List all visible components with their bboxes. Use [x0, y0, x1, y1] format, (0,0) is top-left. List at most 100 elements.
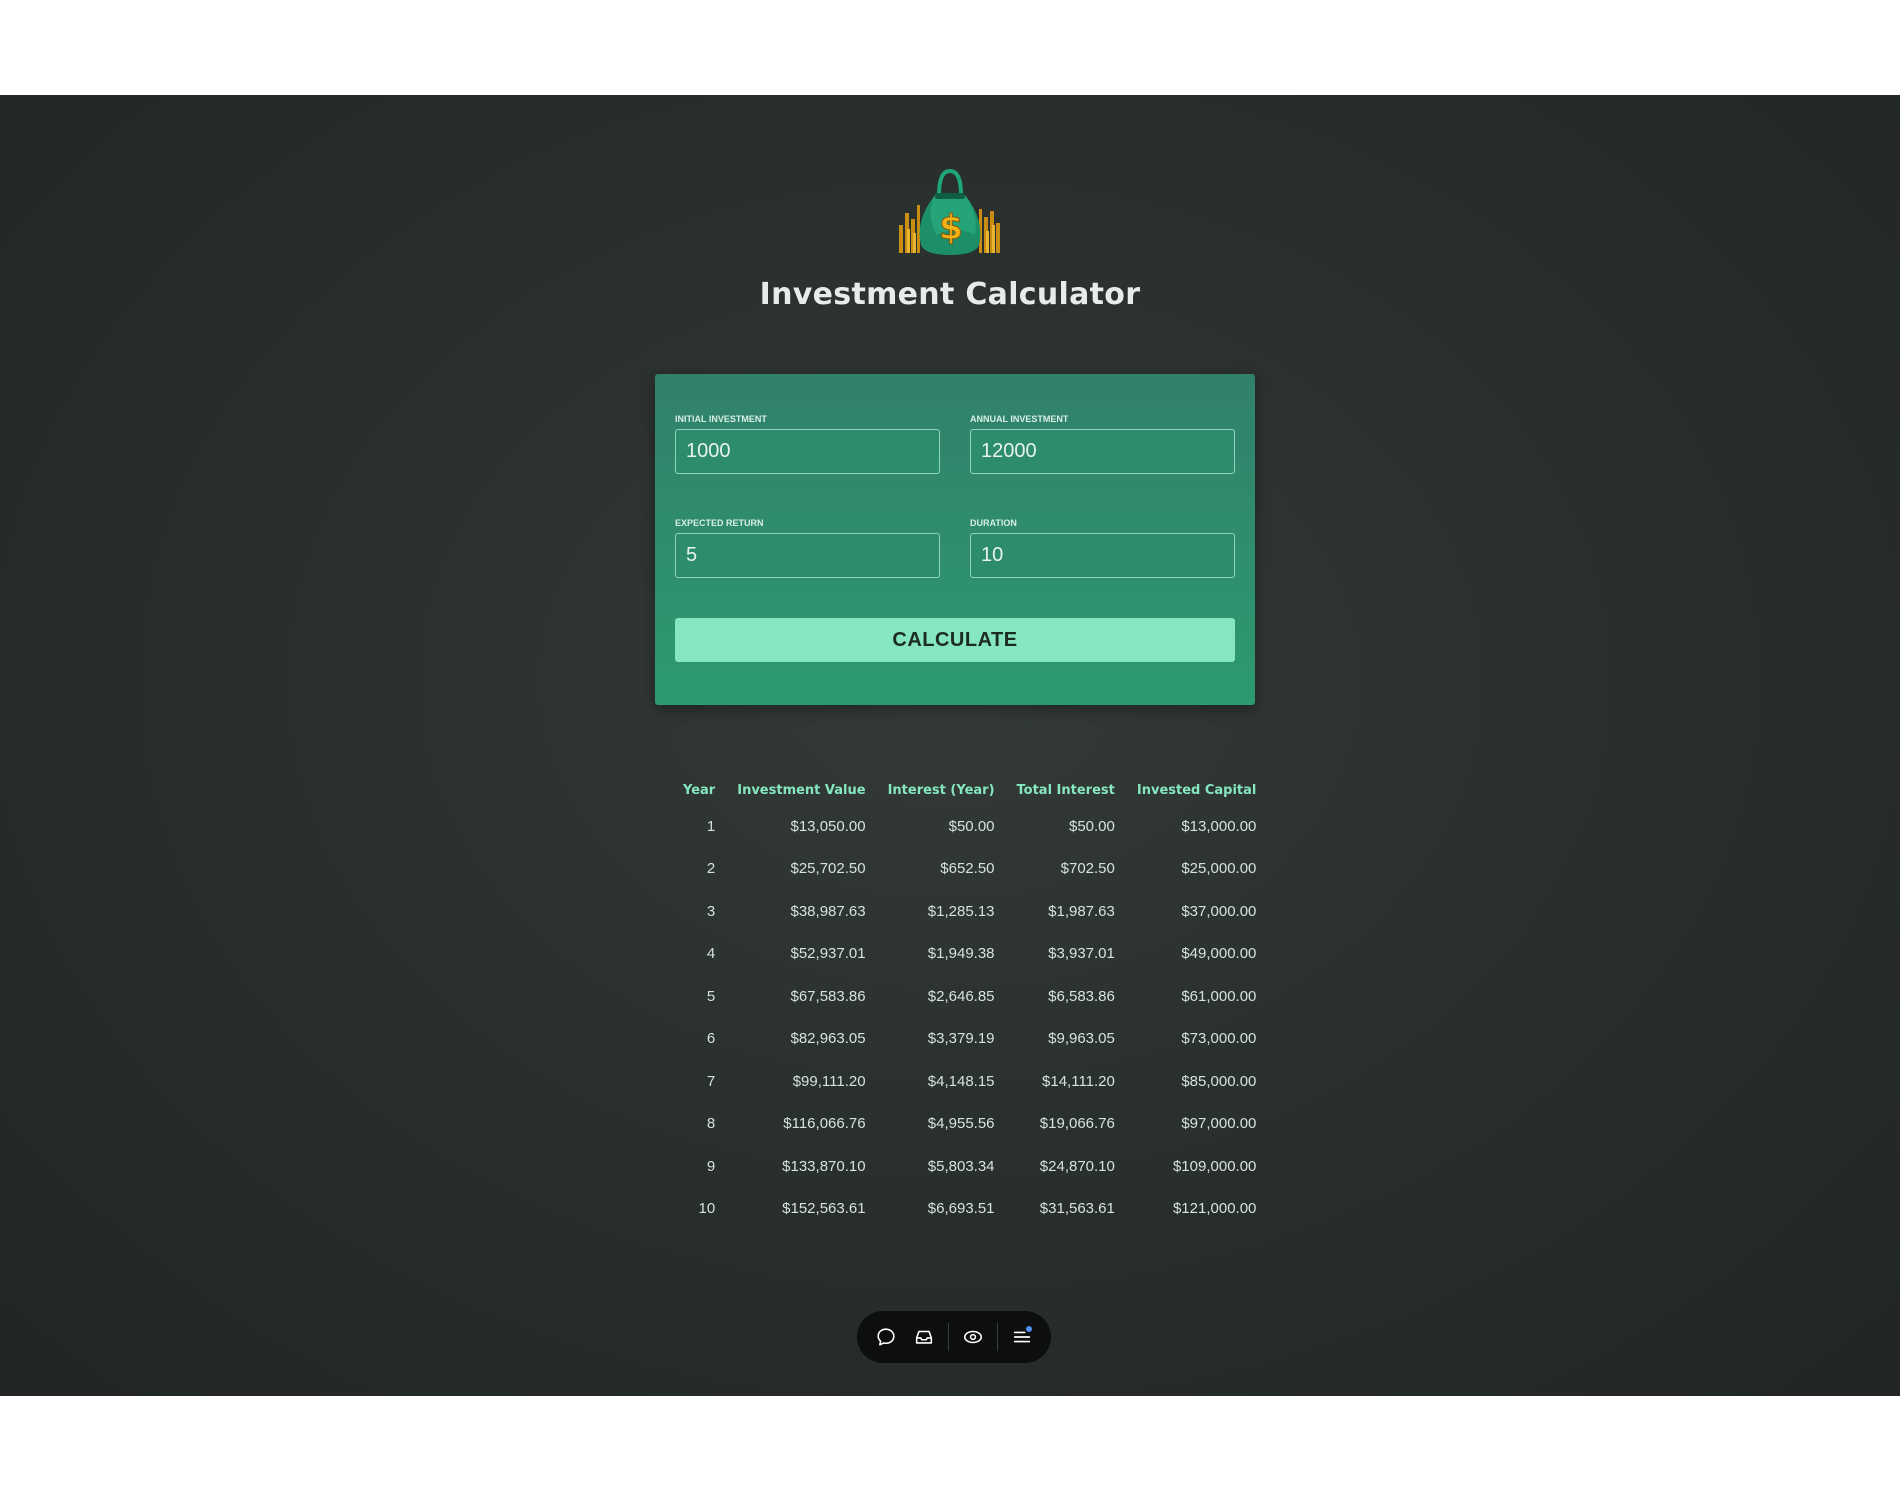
cell-total-interest: $702.50: [1060, 860, 1115, 878]
cell-investment-value: $152,563.61: [782, 1200, 866, 1218]
table-row: 2 $25,702.50 $652.50 $702.50 $25,000.00: [672, 848, 1267, 891]
eye-icon: [964, 1330, 983, 1344]
cell-year: 7: [706, 1072, 716, 1090]
cell-investment-value: $25,702.50: [790, 860, 866, 878]
column-header-interest-year: Interest (Year): [887, 782, 995, 798]
cell-year: 5: [706, 987, 716, 1005]
cell-year: 8: [706, 1115, 716, 1133]
cell-year: 9: [706, 1157, 716, 1175]
initial-investment-label: INITIAL INVESTMENT: [675, 414, 767, 424]
cell-invested-capital: $61,000.00: [1181, 987, 1257, 1005]
cell-total-interest: $24,870.10: [1039, 1157, 1115, 1175]
expected-return-input[interactable]: [675, 533, 940, 578]
cell-interest-year: $6,693.51: [927, 1200, 995, 1218]
cell-interest-year: $4,148.15: [927, 1072, 995, 1090]
results-table-body: 1 $13,050.00 $50.00 $50.00 $13,000.00 2 $25,70…: [672, 805, 1267, 1230]
menu-button[interactable]: [1003, 1317, 1041, 1357]
cell-invested-capital: $97,000.00: [1181, 1115, 1257, 1133]
chat-bubble-icon: [877, 1328, 895, 1346]
table-row: 10 $152,563.61 $6,693.51 $31,563.61 $121,000…: [672, 1188, 1267, 1231]
form-row-1: INITIAL INVESTMENT ANNUAL INVESTMENT: [675, 414, 1235, 474]
cell-investment-value: $99,111.20: [792, 1072, 866, 1090]
table-row: 6 $82,963.05 $3,379.19 $9,963.05 $73,000.00: [672, 1018, 1267, 1061]
initial-investment-group: INITIAL INVESTMENT: [675, 414, 940, 474]
table-row: 7 $99,111.20 $4,148.15 $14,111.20 $85,000.00: [672, 1060, 1267, 1103]
cell-investment-value: $82,963.05: [790, 1030, 866, 1048]
page-title: Investment Calculator: [759, 277, 1141, 312]
cell-investment-value: $38,987.63: [790, 902, 866, 920]
cell-total-interest: $19,066.76: [1039, 1115, 1115, 1133]
svg-text:$: $: [939, 208, 963, 248]
cell-invested-capital: $37,000.00: [1181, 902, 1257, 920]
calculator-form-card: INITIAL INVESTMENT ANNUAL INVESTMENT EXP…: [655, 374, 1255, 705]
cell-total-interest: $31,563.61: [1039, 1200, 1115, 1218]
initial-investment-input[interactable]: [675, 429, 940, 474]
floating-toolbar: [857, 1311, 1051, 1363]
notification-dot: [1026, 1326, 1033, 1332]
toolbar-divider: [948, 1323, 950, 1351]
expected-return-group: EXPECTED RETURN: [675, 518, 940, 578]
cell-invested-capital: $109,000.00: [1172, 1157, 1257, 1175]
table-row: 5 $67,583.86 $2,646.85 $6,583.86 $61,000.00: [672, 975, 1267, 1018]
cell-interest-year: $1,949.38: [927, 945, 995, 963]
column-header-year: Year: [683, 782, 716, 798]
cell-total-interest: $14,111.20: [1042, 1072, 1115, 1090]
column-header-total-interest: Total Interest: [1016, 782, 1115, 798]
cell-total-interest: $3,937.01: [1048, 945, 1115, 963]
cell-invested-capital: $13,000.00: [1181, 817, 1257, 835]
cell-interest-year: $1,285.13: [927, 902, 995, 920]
column-header-invested-capital: Invested Capital: [1136, 782, 1257, 798]
table-row: 9 $133,870.10 $5,803.34 $24,870.10 $109,000.…: [672, 1145, 1267, 1188]
chat-button[interactable]: [867, 1317, 905, 1357]
cell-investment-value: $116,066.76: [783, 1115, 866, 1133]
column-header-investment-value: Investment Value: [737, 782, 866, 798]
annual-investment-input[interactable]: [970, 429, 1235, 474]
cell-year: 1: [706, 817, 716, 835]
toolbar-divider: [997, 1323, 998, 1351]
expected-return-label: EXPECTED RETURN: [675, 518, 764, 528]
table-header-row: Year Investment Value Interest (Year) To…: [672, 775, 1267, 805]
cell-investment-value: $133,870.10: [782, 1157, 866, 1175]
table-row: 4 $52,937.01 $1,949.38 $3,937.01 $49,000.00: [672, 933, 1267, 976]
cell-year: 10: [698, 1200, 716, 1218]
cell-invested-capital: $85,000.00: [1181, 1072, 1257, 1090]
page-header: $ Investment Calculator: [0, 165, 1900, 312]
table-row: 1 $13,050.00 $50.00 $50.00 $13,000.00: [672, 805, 1267, 848]
cell-investment-value: $52,937.01: [790, 945, 866, 963]
cell-interest-year: $4,955.56: [927, 1115, 995, 1133]
cell-total-interest: $1,987.63: [1048, 902, 1115, 920]
inbox-tray-icon: [915, 1330, 933, 1344]
cell-interest-year: $2,646.85: [927, 987, 995, 1005]
cell-investment-value: $67,583.86: [790, 987, 866, 1005]
preview-button[interactable]: [954, 1317, 992, 1357]
money-bag-logo-icon: $: [899, 168, 1000, 255]
cell-invested-capital: $49,000.00: [1181, 945, 1257, 963]
cell-total-interest: $6,583.86: [1048, 987, 1115, 1005]
cell-invested-capital: $73,000.00: [1181, 1030, 1257, 1048]
duration-group: DURATION: [970, 518, 1235, 578]
table-row: 3 $38,987.63 $1,285.13 $1,987.63 $37,000.00: [672, 890, 1267, 933]
cell-interest-year: $3,379.19: [927, 1030, 995, 1048]
cell-year: 3: [706, 902, 716, 920]
cell-interest-year: $652.50: [940, 860, 995, 878]
calculate-button[interactable]: CALCULATE: [675, 618, 1235, 662]
cell-total-interest: $50.00: [1068, 817, 1115, 835]
inbox-button[interactable]: [905, 1317, 943, 1357]
annual-investment-group: ANNUAL INVESTMENT: [970, 414, 1235, 474]
cell-year: 4: [706, 945, 716, 963]
cell-total-interest: $9,963.05: [1048, 1030, 1115, 1048]
cell-year: 2: [706, 860, 716, 878]
duration-input[interactable]: [970, 533, 1235, 578]
table-row: 8 $116,066.76 $4,955.56 $19,066.76 $97,000.0…: [672, 1103, 1267, 1146]
form-row-2: EXPECTED RETURN DURATION: [675, 518, 1235, 578]
duration-label: DURATION: [970, 518, 1017, 528]
app-viewport: $ Investment Calculator INITIAL INVESTME…: [0, 95, 1900, 1396]
annual-investment-label: ANNUAL INVESTMENT: [970, 414, 1069, 424]
cell-invested-capital: $121,000.00: [1172, 1200, 1257, 1218]
cell-year: 6: [706, 1030, 716, 1048]
cell-interest-year: $50.00: [948, 817, 995, 835]
cell-interest-year: $5,803.34: [927, 1157, 995, 1175]
results-table: Year Investment Value Interest (Year) To…: [672, 775, 1267, 1230]
cell-investment-value: $13,050.00: [790, 817, 866, 835]
cell-invested-capital: $25,000.00: [1181, 860, 1257, 878]
